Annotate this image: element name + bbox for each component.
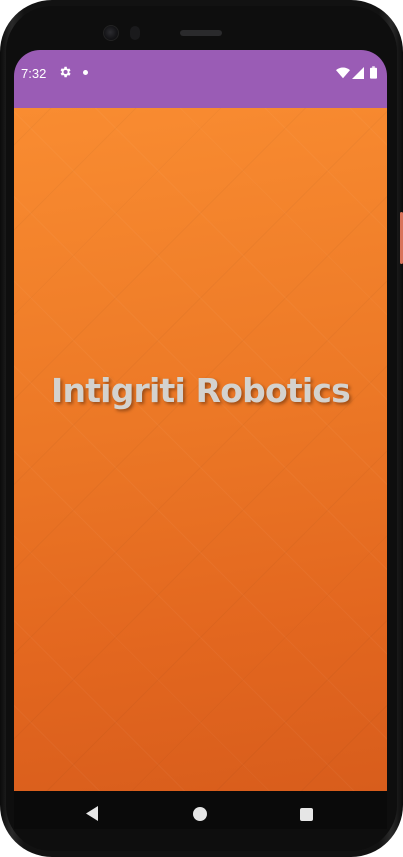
proximity-sensor: [130, 26, 140, 40]
earpiece-speaker: [180, 30, 222, 36]
status-bar: 7:32: [14, 50, 387, 108]
signal-icon: [352, 67, 364, 79]
recents-icon[interactable]: [300, 808, 313, 821]
back-icon[interactable]: [86, 806, 98, 821]
front-camera: [103, 25, 119, 41]
gear-icon: [60, 66, 71, 78]
battery-icon: [370, 66, 377, 79]
wifi-icon: [336, 67, 350, 79]
screen: 7:32 Intigriti Robotics: [14, 50, 387, 829]
phone-frame: 7:32 Intigriti Robotics: [0, 0, 403, 857]
home-icon[interactable]: [193, 807, 207, 821]
splash-screen: Intigriti Robotics: [14, 108, 387, 791]
app-title: Intigriti Robotics: [51, 371, 351, 410]
status-time: 7:32: [21, 66, 47, 81]
notification-dot-icon: [83, 70, 88, 75]
